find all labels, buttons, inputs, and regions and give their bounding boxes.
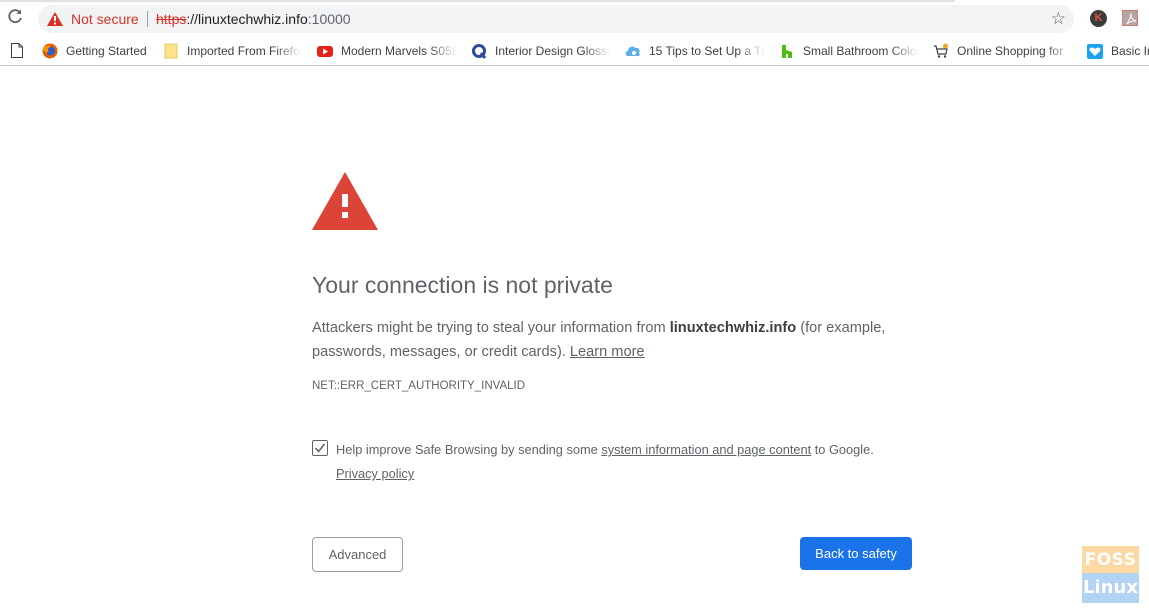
browser-toolbar: Not secure https://linuxtechwhiz.info:10…: [0, 0, 1149, 36]
bookmark-star-icon[interactable]: ☆: [1051, 9, 1066, 29]
bookmark-label: Modern Marvels S05E: [341, 44, 457, 58]
bookmark-label: Getting Started: [66, 44, 147, 58]
url-port: :10000: [307, 11, 351, 27]
message-text: Attackers might be trying to steal your …: [312, 320, 670, 336]
optin-text-end: to Google.: [811, 442, 874, 457]
url-host: ://linuxtechwhiz.info: [186, 11, 308, 27]
warning-icon: [47, 12, 63, 26]
cloud-icon: [625, 43, 641, 59]
bookmark-folder[interactable]: Imported From Firefox: [163, 36, 302, 66]
bookmark-label: Imported From Firefox: [187, 44, 302, 58]
fosslinux-watermark: FOSS Linux: [1082, 546, 1139, 603]
firefox-icon: [42, 43, 58, 59]
youtube-icon: [317, 43, 333, 59]
url-scheme: https: [156, 11, 187, 27]
site-domain: linuxtechwhiz.info: [669, 320, 797, 336]
bookmark-label: Online Shopping for: [957, 44, 1064, 58]
error-code: NET::ERR_CERT_AUTHORITY_INVALID: [312, 380, 526, 392]
reload-icon: [8, 9, 22, 24]
system-info-link[interactable]: system information and page content: [601, 442, 811, 457]
q-icon: [471, 43, 487, 59]
heart-icon: [1087, 43, 1103, 59]
bookmark-label: 15 Tips to Set Up a Tr: [649, 44, 765, 58]
tab-strip-edge: [0, 0, 1149, 2]
bookmark-label: Basic In: [1111, 44, 1149, 58]
back-to-safety-button[interactable]: Back to safety: [800, 537, 912, 570]
bookmark-item[interactable]: Online Shopping for: [933, 36, 1073, 66]
k-extension-icon[interactable]: K: [1090, 10, 1107, 27]
bookmark-item[interactable]: Small Bathroom Colors: [779, 36, 919, 66]
learn-more-link[interactable]: Learn more: [570, 344, 645, 360]
bookmark-label: Small Bathroom Colors: [803, 44, 919, 58]
bookmark-item[interactable]: Basic In: [1087, 36, 1149, 66]
optin-text: Help improve Safe Browsing by sending so…: [336, 442, 602, 457]
checkmark-icon: [314, 443, 326, 453]
bookmark-item[interactable]: 15 Tips to Set Up a Tr: [625, 36, 765, 66]
security-chip-label[interactable]: Not secure: [71, 11, 139, 27]
danger-triangle-icon: [312, 172, 378, 230]
acrobat-extension-icon[interactable]: [1122, 10, 1138, 26]
page-icon[interactable]: [11, 43, 23, 58]
cart-icon: [933, 43, 949, 59]
watermark-bottom: Linux: [1082, 573, 1139, 603]
folder-icon: [163, 43, 179, 59]
url-text[interactable]: https://linuxtechwhiz.info:10000: [156, 11, 351, 27]
optin-label: Help improve Safe Browsing by sending so…: [336, 438, 874, 462]
bookmark-item[interactable]: Getting Started: [42, 36, 152, 66]
bookmark-label: Interior Design Glossary: [495, 44, 611, 58]
omnibox-divider: [147, 11, 148, 27]
reload-button[interactable]: [6, 9, 24, 27]
advanced-button[interactable]: Advanced: [312, 537, 403, 572]
bookmark-item[interactable]: Interior Design Glossary: [471, 36, 611, 66]
privacy-policy-link[interactable]: Privacy policy: [336, 466, 414, 481]
houzz-icon: [779, 43, 795, 59]
page-title: Your connection is not private: [312, 272, 613, 298]
watermark-top: FOSS: [1082, 546, 1139, 573]
bookmark-item[interactable]: Modern Marvels S05E: [317, 36, 457, 66]
address-bar[interactable]: Not secure https://linuxtechwhiz.info:10…: [38, 5, 1074, 33]
bookmarks-bar: Getting Started Imported From Firefox Mo…: [0, 36, 1149, 66]
safe-browsing-checkbox[interactable]: [312, 440, 328, 456]
main-message: Attackers might be trying to steal your …: [312, 316, 922, 364]
